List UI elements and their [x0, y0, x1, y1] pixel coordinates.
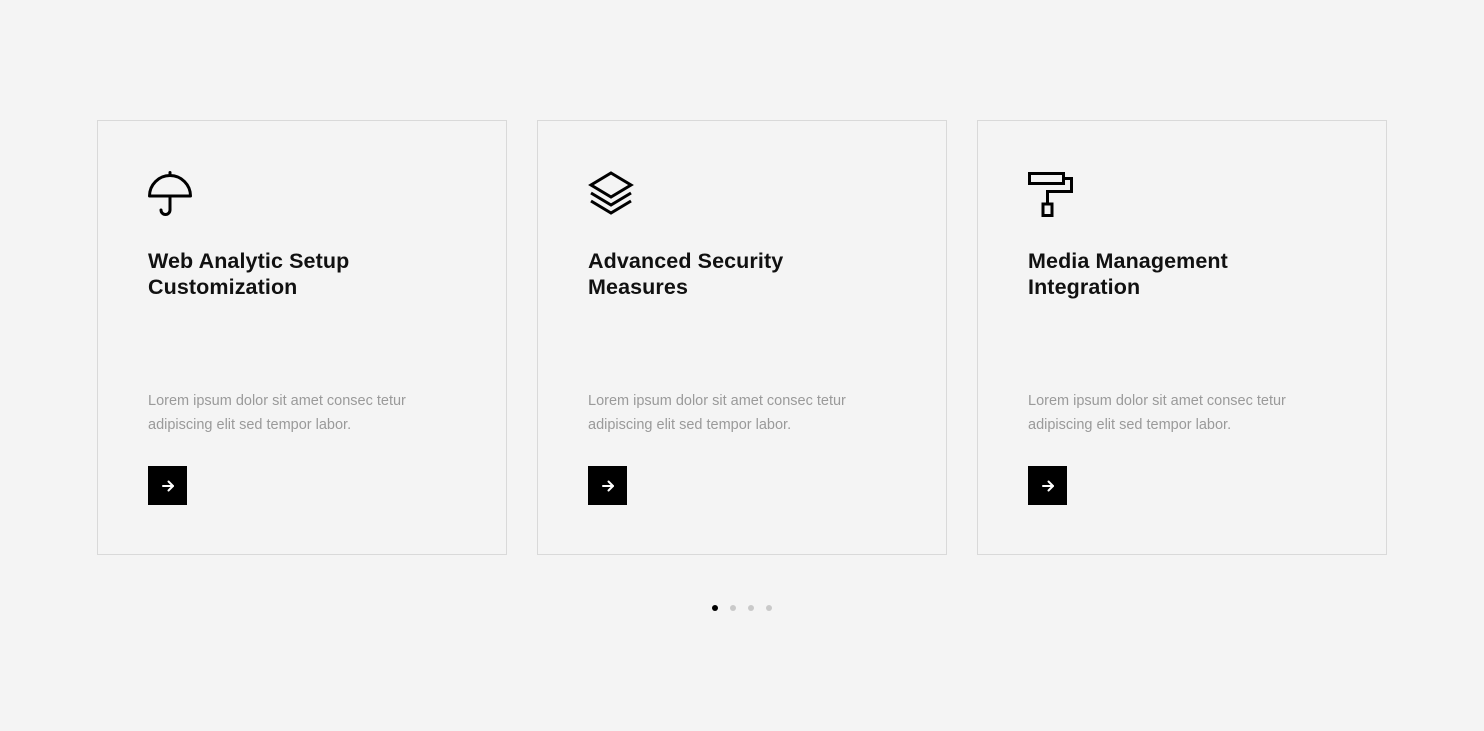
arrow-right-icon [161, 480, 174, 491]
card-description-line: Lorem ipsum dolor sit amet consec tetur [148, 393, 406, 409]
card-description: Lorem ipsum dolor sit amet consec tetur … [1028, 389, 1328, 437]
arrow-right-icon [1041, 480, 1054, 491]
card-arrow-button[interactable] [148, 466, 187, 505]
card-arrow-button[interactable] [588, 466, 627, 505]
card-description-line: Lorem ipsum dolor sit amet consec tetur [588, 393, 846, 409]
card-description: Lorem ipsum dolor sit amet consec tetur … [148, 389, 448, 437]
card-description-line: adipiscing elit sed tempor labor. [588, 417, 792, 433]
umbrella-icon [148, 171, 194, 217]
card-title-line: Customization [148, 275, 298, 299]
layers-icon [588, 171, 634, 217]
service-card: Media Management Integration Lorem ipsum… [977, 120, 1387, 555]
card-description-line: adipiscing elit sed tempor labor. [148, 417, 352, 433]
card-title-line: Integration [1028, 275, 1141, 299]
card-title-line: Measures [588, 275, 688, 299]
card-title-line: Advanced Security [588, 249, 784, 273]
paint-roller-icon [1028, 171, 1074, 217]
card-title-line: Media Management [1028, 249, 1228, 273]
card-title: Web Analytic Setup Customization [148, 248, 448, 300]
card-arrow-button[interactable] [1028, 466, 1067, 505]
service-card: Web Analytic Setup Customization Lorem i… [97, 120, 507, 555]
card-description-line: Lorem ipsum dolor sit amet consec tetur [1028, 393, 1286, 409]
card-title: Media Management Integration [1028, 248, 1328, 300]
carousel-pagination [0, 603, 1484, 613]
card-title: Advanced Security Measures [588, 248, 888, 300]
pagination-dot-2[interactable] [730, 605, 736, 611]
card-description-line: adipiscing elit sed tempor labor. [1028, 417, 1232, 433]
service-card: Advanced Security Measures Lorem ipsum d… [537, 120, 947, 555]
pagination-dot-3[interactable] [748, 605, 754, 611]
card-description: Lorem ipsum dolor sit amet consec tetur … [588, 389, 888, 437]
services-carousel: Web Analytic Setup Customization Lorem i… [97, 120, 1387, 555]
card-title-line: Web Analytic Setup [148, 249, 350, 273]
pagination-dot-4[interactable] [766, 605, 772, 611]
arrow-right-icon [601, 480, 614, 491]
pagination-dot-1[interactable] [712, 605, 718, 611]
